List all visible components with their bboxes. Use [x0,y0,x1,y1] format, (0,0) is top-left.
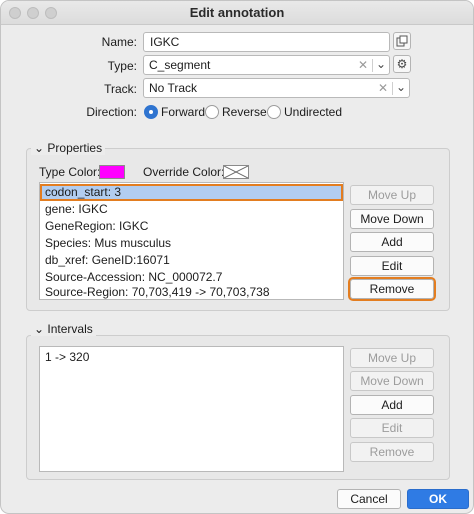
title-bar: Edit annotation [1,1,473,25]
list-item[interactable]: codon_start: 3 [40,184,343,201]
radio-forward-label: Forward [161,105,206,119]
copy-icon[interactable] [393,32,411,50]
list-item[interactable]: Source-Region: 70,703,419 -> 70,703,738 [40,284,343,301]
edit-annotation-dialog: Edit annotation Name: IGKC Type: C_segme… [0,0,474,514]
properties-add-button[interactable]: Add [350,232,434,252]
properties-edit-button[interactable]: Edit [350,256,434,276]
gear-icon[interactable]: ⚙ [393,55,411,73]
name-input[interactable]: IGKC [143,32,390,52]
clear-type-icon[interactable]: ✕ [358,58,368,72]
intervals-move-down-button[interactable]: Move Down [350,371,434,391]
type-color-label: Type Color: [39,165,101,179]
list-item[interactable]: GeneRegion: IGKC [40,218,343,235]
override-color-label: Override Color: [143,165,225,179]
track-combobox[interactable]: No Track ✕ ⌄ [143,78,410,98]
direction-label: Direction: [86,105,137,119]
radio-reverse[interactable] [205,105,219,119]
chevron-down-icon[interactable]: ⌄ [396,80,406,94]
intervals-move-up-button[interactable]: Move Up [350,348,434,368]
chevron-down-icon[interactable]: ⌄ [376,57,386,71]
intervals-add-button[interactable]: Add [350,395,434,415]
radio-undirected-label: Undirected [284,105,343,119]
radio-forward[interactable] [144,105,158,119]
track-value: No Track [149,81,198,95]
type-combobox[interactable]: C_segment ✕ ⌄ [143,55,390,75]
intervals-title: Intervals [47,322,93,336]
radio-reverse-label: Reverse [222,105,267,119]
combo-separator [372,59,373,72]
intervals-header[interactable]: ⌄ Intervals [31,322,96,336]
properties-move-down-button[interactable]: Move Down [350,209,434,229]
type-color-swatch[interactable] [99,165,125,179]
properties-title: Properties [47,141,103,155]
override-color-swatch[interactable] [223,165,249,179]
properties-remove-button[interactable]: Remove [348,277,436,301]
track-label: Track: [104,82,137,96]
type-value: C_segment [149,58,211,72]
chevron-down-icon: ⌄ [34,141,45,155]
intervals-remove-button[interactable]: Remove [350,442,434,462]
list-item[interactable]: 1 -> 320 [40,349,343,366]
window-title: Edit annotation [189,5,285,20]
name-label: Name: [101,35,137,49]
clear-track-icon[interactable]: ✕ [378,81,388,95]
properties-move-up-button[interactable]: Move Up [350,185,434,205]
ok-button[interactable]: OK [407,489,469,509]
properties-list[interactable]: codon_start: 3 gene: IGKC GeneRegion: IG… [39,182,344,300]
list-item[interactable]: gene: IGKC [40,201,343,218]
properties-header[interactable]: ⌄ Properties [31,141,106,155]
chevron-down-icon: ⌄ [34,322,45,336]
radio-undirected[interactable] [267,105,281,119]
list-item[interactable]: db_xref: GeneID:16071 [40,252,343,269]
type-label: Type: [107,59,137,73]
combo-separator [392,82,393,95]
list-item[interactable]: Species: Mus musculus [40,235,343,252]
intervals-list[interactable]: 1 -> 320 [39,346,344,472]
cancel-button[interactable]: Cancel [337,489,401,509]
intervals-edit-button[interactable]: Edit [350,418,434,438]
